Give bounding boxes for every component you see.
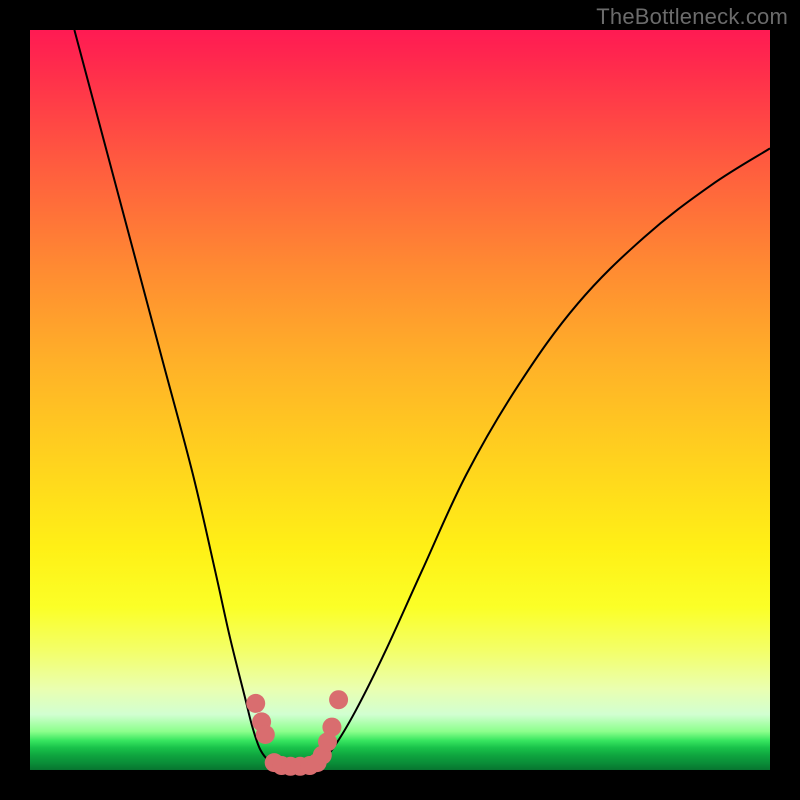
curve-layer [30,30,770,770]
bottleneck-curve-path [74,30,770,767]
data-markers [246,690,348,776]
data-marker [329,690,348,709]
data-marker [246,694,265,713]
data-marker [256,725,275,744]
plot-area [30,30,770,770]
data-marker [322,718,341,737]
watermark-text: TheBottleneck.com [596,4,788,30]
bottleneck-curve [74,30,770,767]
chart-frame: TheBottleneck.com [0,0,800,800]
